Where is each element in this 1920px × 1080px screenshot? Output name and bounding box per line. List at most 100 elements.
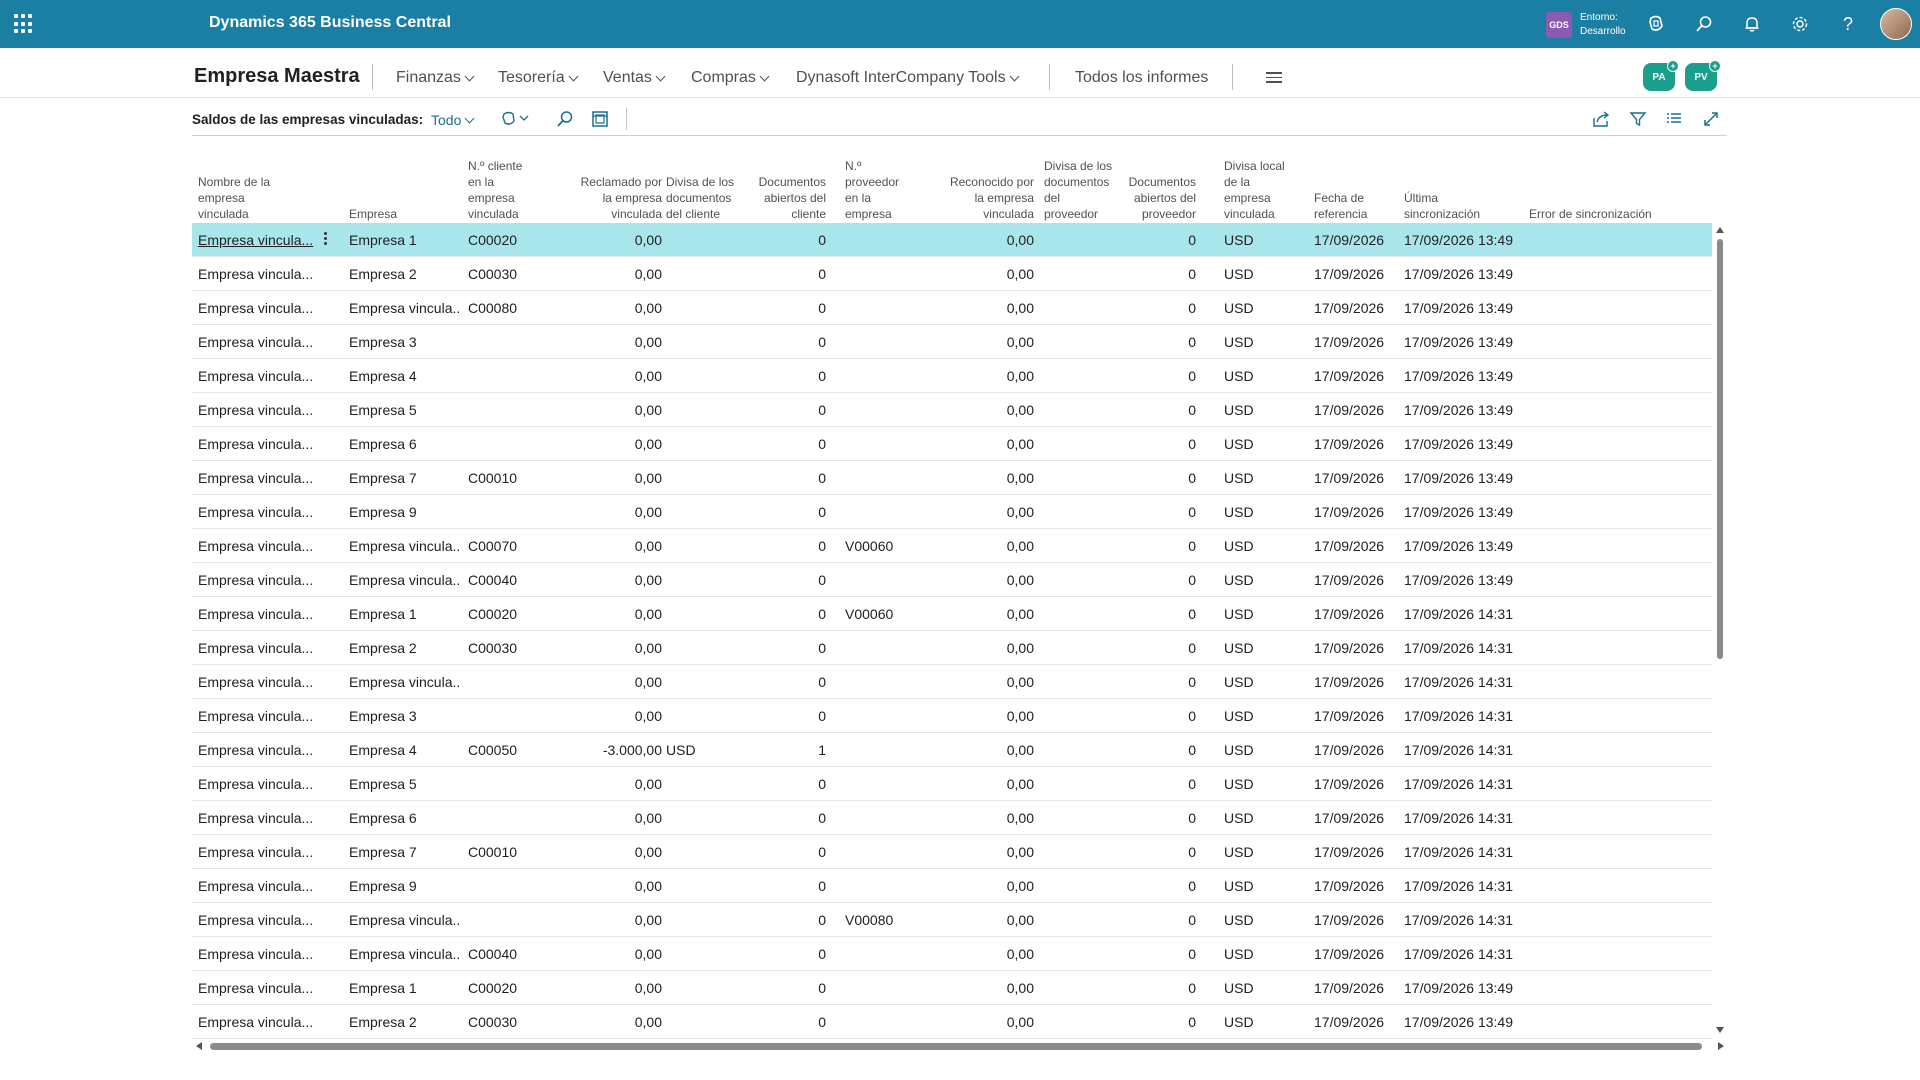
- col-vendor-no[interactable]: [845, 733, 933, 767]
- col-acknowledged-amount[interactable]: 0,00: [934, 529, 1034, 563]
- col-company[interactable]: Empresa 6: [349, 801, 461, 835]
- col-reference-date[interactable]: 17/09/2026: [1314, 801, 1394, 835]
- col-vendor-no[interactable]: V00080: [845, 903, 933, 937]
- col-last-sync[interactable]: 17/09/2026 14:31: [1404, 937, 1524, 971]
- column-header[interactable]: Divisa de los documentos del proveedor: [1044, 158, 1124, 222]
- col-reference-date[interactable]: 17/09/2026: [1314, 529, 1394, 563]
- col-local-currency[interactable]: USD: [1224, 325, 1304, 359]
- col-vendor-currency[interactable]: [1044, 461, 1124, 495]
- col-sync-error[interactable]: [1529, 937, 1699, 971]
- table-row[interactable]: Empresa vincula... Empresa 4 C00050 -3.000,…: [192, 733, 1712, 767]
- col-customer-no[interactable]: C00020: [468, 971, 558, 1005]
- table-row[interactable]: Empresa vincula... Empresa 6 0,00 0 0,00 0 USD…: [192, 427, 1712, 461]
- col-customer-currency[interactable]: [666, 427, 750, 461]
- vertical-scrollbar[interactable]: [1715, 225, 1725, 1035]
- nav-item-all-reports[interactable]: Todos los informes: [1075, 69, 1208, 87]
- col-sync-error[interactable]: [1529, 733, 1699, 767]
- col-vendor-currency[interactable]: [1044, 495, 1124, 529]
- column-header[interactable]: N.º cliente en la empresa vinculada: [468, 158, 558, 222]
- col-vendor-open-docs[interactable]: 0: [1126, 359, 1196, 393]
- col-customer-currency[interactable]: [666, 801, 750, 835]
- col-last-sync[interactable]: 17/09/2026 13:49: [1404, 563, 1524, 597]
- table-row[interactable]: Empresa vincula... Empresa 2 C00030 0,00 0 0,…: [192, 631, 1712, 665]
- col-claimed-amount[interactable]: 0,00: [562, 393, 662, 427]
- col-customer-currency[interactable]: [666, 631, 750, 665]
- col-reference-date[interactable]: 17/09/2026: [1314, 937, 1394, 971]
- col-local-currency[interactable]: USD: [1224, 937, 1304, 971]
- column-header[interactable]: Documentos abiertos del cliente: [752, 174, 826, 222]
- column-header[interactable]: Divisa local de la empresa vinculada: [1224, 158, 1304, 222]
- col-related-company-name[interactable]: Empresa vincula...: [198, 971, 316, 1005]
- col-local-currency[interactable]: USD: [1224, 699, 1304, 733]
- col-vendor-currency[interactable]: [1044, 665, 1124, 699]
- col-vendor-no[interactable]: [845, 223, 933, 257]
- col-acknowledged-amount[interactable]: 0,00: [934, 801, 1034, 835]
- col-sync-error[interactable]: [1529, 1005, 1699, 1039]
- col-company[interactable]: Empresa vincula...: [349, 529, 461, 563]
- col-vendor-no[interactable]: [845, 665, 933, 699]
- col-customer-no[interactable]: C00070: [468, 529, 558, 563]
- horizontal-scrollbar[interactable]: [196, 1040, 1726, 1052]
- col-claimed-amount[interactable]: 0,00: [562, 495, 662, 529]
- col-vendor-open-docs[interactable]: 0: [1126, 597, 1196, 631]
- col-claimed-amount[interactable]: 0,00: [562, 291, 662, 325]
- col-acknowledged-amount[interactable]: 0,00: [934, 597, 1034, 631]
- table-row[interactable]: Empresa vincula... Empresa 2 C00030 0,00 0 0,…: [192, 257, 1712, 291]
- col-vendor-no[interactable]: [845, 495, 933, 529]
- environment-info[interactable]: Entorno: Desarrollo: [1580, 11, 1626, 39]
- col-vendor-no[interactable]: [845, 291, 933, 325]
- table-row[interactable]: Empresa vincula... Empresa vincula... C000…: [192, 529, 1712, 563]
- col-related-company-name[interactable]: Empresa vincula...: [198, 359, 316, 393]
- col-vendor-currency[interactable]: [1044, 325, 1124, 359]
- col-vendor-no[interactable]: [845, 427, 933, 461]
- find-icon[interactable]: [554, 108, 576, 130]
- col-reference-date[interactable]: 17/09/2026: [1314, 699, 1394, 733]
- column-header[interactable]: Fecha de referencia: [1314, 190, 1394, 222]
- col-acknowledged-amount[interactable]: 0,00: [934, 733, 1034, 767]
- col-customer-currency[interactable]: [666, 971, 750, 1005]
- col-claimed-amount[interactable]: 0,00: [562, 971, 662, 1005]
- col-vendor-no[interactable]: [845, 631, 933, 665]
- col-reference-date[interactable]: 17/09/2026: [1314, 1005, 1394, 1039]
- copilot-icon[interactable]: [1644, 12, 1668, 36]
- col-customer-no[interactable]: [468, 393, 558, 427]
- col-claimed-amount[interactable]: 0,00: [562, 937, 662, 971]
- table-row[interactable]: Empresa vincula... Empresa 9 0,00 0 0,00 0 USD…: [192, 495, 1712, 529]
- column-header[interactable]: Divisa de los documentos del cliente: [666, 174, 750, 222]
- col-customer-open-docs[interactable]: 0: [752, 903, 826, 937]
- col-company[interactable]: Empresa vincula...: [349, 291, 461, 325]
- col-vendor-no[interactable]: [845, 801, 933, 835]
- col-vendor-open-docs[interactable]: 0: [1126, 461, 1196, 495]
- col-acknowledged-amount[interactable]: 0,00: [934, 971, 1034, 1005]
- col-vendor-currency[interactable]: [1044, 529, 1124, 563]
- col-local-currency[interactable]: USD: [1224, 359, 1304, 393]
- col-customer-currency[interactable]: [666, 461, 750, 495]
- col-sync-error[interactable]: [1529, 597, 1699, 631]
- col-company[interactable]: Empresa 7: [349, 835, 461, 869]
- col-reference-date[interactable]: 17/09/2026: [1314, 223, 1394, 257]
- col-vendor-open-docs[interactable]: 0: [1126, 563, 1196, 597]
- col-reference-date[interactable]: 17/09/2026: [1314, 767, 1394, 801]
- col-sync-error[interactable]: [1529, 257, 1699, 291]
- col-vendor-no[interactable]: [845, 835, 933, 869]
- col-company[interactable]: Empresa 3: [349, 699, 461, 733]
- col-local-currency[interactable]: USD: [1224, 835, 1304, 869]
- col-customer-open-docs[interactable]: 0: [752, 767, 826, 801]
- col-vendor-currency[interactable]: [1044, 971, 1124, 1005]
- col-last-sync[interactable]: 17/09/2026 13:49: [1404, 1005, 1524, 1039]
- col-company[interactable]: Empresa 3: [349, 325, 461, 359]
- column-header[interactable]: Última sincronización: [1404, 190, 1524, 222]
- col-company[interactable]: Empresa 5: [349, 393, 461, 427]
- scroll-right-icon[interactable]: [1718, 1042, 1724, 1050]
- col-reference-date[interactable]: 17/09/2026: [1314, 359, 1394, 393]
- col-vendor-no[interactable]: [845, 359, 933, 393]
- col-customer-no[interactable]: C00030: [468, 257, 558, 291]
- col-related-company-name[interactable]: Empresa vincula...: [198, 291, 316, 325]
- col-vendor-no[interactable]: [845, 563, 933, 597]
- col-claimed-amount[interactable]: 0,00: [562, 461, 662, 495]
- col-claimed-amount[interactable]: 0,00: [562, 563, 662, 597]
- table-row[interactable]: Empresa vincula... Empresa 7 C00010 0,00 0 0,…: [192, 461, 1712, 495]
- environment-badge[interactable]: GDS: [1546, 12, 1572, 38]
- col-claimed-amount[interactable]: 0,00: [562, 529, 662, 563]
- col-last-sync[interactable]: 17/09/2026 13:49: [1404, 971, 1524, 1005]
